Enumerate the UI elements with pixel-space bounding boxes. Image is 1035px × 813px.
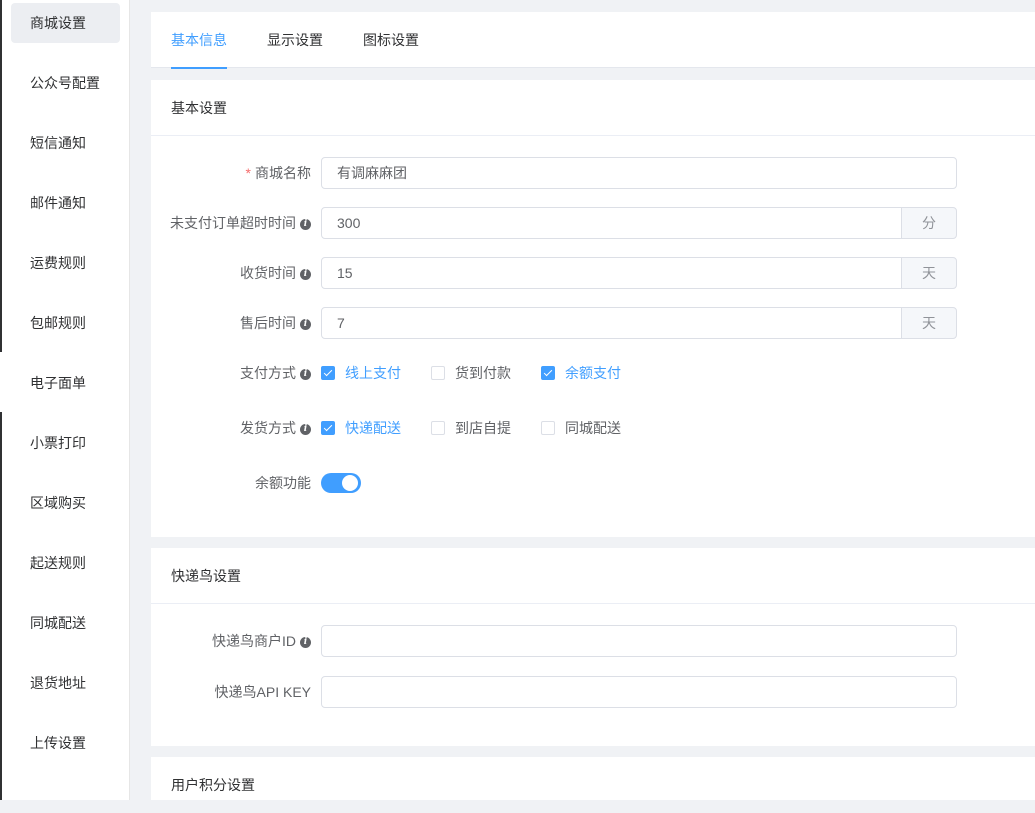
kdn-api-key-label: 快递鸟API KEY bbox=[214, 684, 311, 700]
sidebar-item-upload-settings[interactable]: 上传设置 bbox=[11, 723, 120, 763]
tab-basic-info[interactable]: 基本信息 bbox=[171, 12, 227, 69]
sidebar-edge bbox=[0, 0, 2, 352]
settings-sidebar: 商城设置 公众号配置 短信通知 邮件通知 运费规则 包邮规则 电子面单 小票打印… bbox=[0, 0, 130, 800]
unpaid-timeout-row: 未支付订单超时时间 i 300 分 bbox=[151, 207, 1035, 239]
sidebar-item-min-delivery[interactable]: 起送规则 bbox=[11, 543, 120, 583]
receive-time-input-group: 15 天 bbox=[321, 257, 957, 289]
info-circle-icon[interactable]: i bbox=[300, 318, 311, 330]
kdn-merchant-id-input[interactable] bbox=[321, 625, 957, 657]
settings-tabs: 基本信息 显示设置 图标设置 bbox=[151, 12, 1035, 69]
unit-days: 天 bbox=[901, 307, 957, 339]
balance-feature-row: 余额功能 bbox=[151, 467, 1035, 499]
shop-name-row: * 商城名称 bbox=[151, 157, 1035, 189]
tab-icon-settings[interactable]: 图标设置 bbox=[363, 12, 419, 68]
kdn-merchant-id-label: 快递鸟商户ID i bbox=[151, 625, 311, 657]
aftersale-time-row: 售后时间 i 7 天 bbox=[151, 307, 1035, 339]
unpaid-timeout-input[interactable]: 300 bbox=[321, 207, 902, 239]
checkbox-box[interactable] bbox=[321, 366, 335, 380]
payment-method-label: 支付方式 i bbox=[151, 357, 311, 389]
receive-time-input[interactable]: 15 bbox=[321, 257, 902, 289]
sidebar-item-shop-settings[interactable]: 商城设置 bbox=[11, 3, 120, 43]
sidebar-item-official-account[interactable]: 公众号配置 bbox=[11, 63, 120, 103]
delivery-method-row: 发货方式 i 快递配送 到店自提 同城配送 bbox=[151, 412, 1035, 444]
sidebar-edge bbox=[0, 412, 2, 800]
unit-days: 天 bbox=[901, 257, 957, 289]
shop-name-input[interactable] bbox=[321, 157, 957, 189]
unpaid-timeout-label: 未支付订单超时时间 i bbox=[151, 207, 311, 239]
checkbox-box[interactable] bbox=[541, 421, 555, 435]
tab-display-settings[interactable]: 显示设置 bbox=[267, 12, 323, 68]
aftersale-time-label: 售后时间 i bbox=[151, 307, 311, 339]
kdn-api-key-row: 快递鸟API KEY bbox=[151, 676, 1035, 708]
kdn-api-key-input[interactable] bbox=[321, 676, 957, 708]
info-circle-icon[interactable]: i bbox=[300, 218, 311, 230]
balance-feature-switch[interactable] bbox=[321, 473, 361, 493]
balance-feature-label: 余额功能 bbox=[255, 475, 311, 491]
sidebar-item-free-shipping[interactable]: 包邮规则 bbox=[11, 303, 120, 343]
sidebar-item-region-purchase[interactable]: 区域购买 bbox=[11, 483, 120, 523]
section-title-kdn: 快递鸟设置 bbox=[151, 548, 1035, 604]
info-circle-icon[interactable]: i bbox=[300, 368, 311, 380]
sidebar-item-receipt-print[interactable]: 小票打印 bbox=[11, 423, 120, 463]
info-circle-icon[interactable]: i bbox=[300, 636, 311, 648]
sidebar-item-sms-notice[interactable]: 短信通知 bbox=[11, 123, 120, 163]
section-title-basic: 基本设置 bbox=[151, 80, 1035, 136]
main-content: 基本信息 显示设置 图标设置 基本设置 *商城名称 未支付订单超时时间i 300… bbox=[131, 0, 1035, 800]
receive-time-row: 收货时间 i 15 天 bbox=[151, 257, 1035, 289]
kdn-settings-card: 快递鸟设置 快递鸟商户ID i 快递鸟API KEY bbox=[151, 548, 1035, 746]
basic-settings-card: 基本设置 *商城名称 未支付订单超时时间i 300 分 收货时间i 15 天 售… bbox=[151, 80, 1035, 537]
receive-time-label: 收货时间 i bbox=[151, 257, 311, 289]
aftersale-time-input[interactable]: 7 bbox=[321, 307, 902, 339]
checkbox-box[interactable] bbox=[431, 421, 445, 435]
points-settings-card: 用户积分设置 bbox=[151, 757, 1035, 800]
kdn-merchant-id-row: 快递鸟商户ID i bbox=[151, 625, 1035, 657]
section-title-points: 用户积分设置 bbox=[171, 777, 255, 793]
info-circle-icon[interactable]: i bbox=[300, 423, 311, 435]
sidebar-item-e-waybill[interactable]: 电子面单 bbox=[11, 363, 120, 403]
checkbox-box[interactable] bbox=[321, 421, 335, 435]
info-circle-icon[interactable]: i bbox=[300, 268, 311, 280]
aftersale-time-input-group: 7 天 bbox=[321, 307, 957, 339]
checkbox-box[interactable] bbox=[541, 366, 555, 380]
sidebar-item-return-address[interactable]: 退货地址 bbox=[11, 663, 120, 703]
payment-method-row: 支付方式 i 线上支付 货到付款 余额支付 bbox=[151, 357, 1035, 389]
checkbox-box[interactable] bbox=[431, 366, 445, 380]
sidebar-item-local-delivery[interactable]: 同城配送 bbox=[11, 603, 120, 643]
shop-name-label: * 商城名称 bbox=[245, 165, 311, 181]
required-mark: * bbox=[245, 165, 251, 181]
delivery-method-label: 发货方式 i bbox=[151, 412, 311, 444]
sidebar-item-email-notice[interactable]: 邮件通知 bbox=[11, 183, 120, 223]
unpaid-timeout-input-group: 300 分 bbox=[321, 207, 957, 239]
sidebar-item-freight-rules[interactable]: 运费规则 bbox=[11, 243, 120, 283]
unit-minutes: 分 bbox=[901, 207, 957, 239]
